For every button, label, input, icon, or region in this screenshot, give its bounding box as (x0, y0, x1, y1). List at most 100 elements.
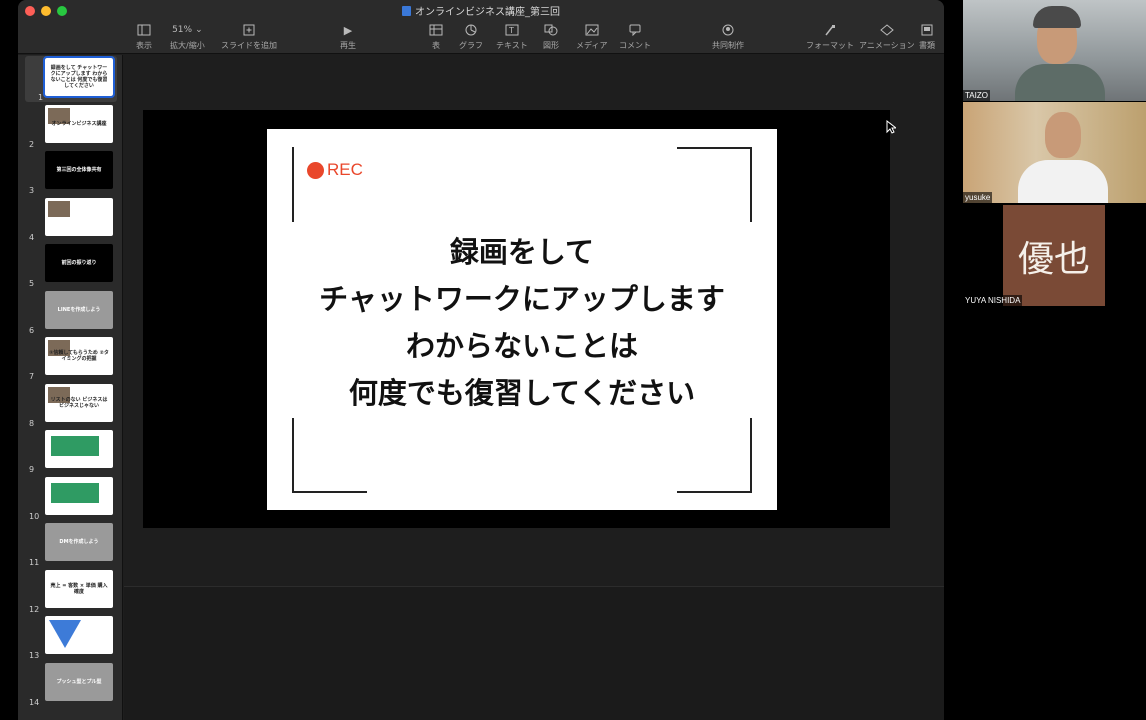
slide-number: 6 (29, 325, 35, 335)
chevron-down-icon: ⌄ (195, 25, 203, 35)
collaborate-icon (721, 22, 735, 38)
slide-number: 5 (29, 279, 35, 288)
slide-thumbnail-text: プッシュ型とプル型 (56, 678, 102, 685)
sidebar-icon (137, 22, 151, 38)
slide-thumbnail[interactable] (45, 616, 113, 654)
zoom-button[interactable]: 51% ⌄ 拡大/縮小 (170, 22, 205, 52)
slide-thumbnail-row[interactable]: オンラインビジネス講座 2 (18, 103, 123, 149)
participant-cap (1033, 6, 1081, 28)
current-slide[interactable]: REC 録画をして チャットワークにアップします わからないことは 何度でも復習… (267, 129, 777, 510)
slide-thumbnail-row[interactable]: リストのない ビジネスは ビジネスじゃない 8 (18, 382, 123, 428)
participant-name: YUYA NISHIDA (963, 295, 1023, 306)
slide-thumbnail-row[interactable]: ①信頼してもらうため ②タイミングの把握 7 (18, 335, 123, 381)
comment-button[interactable]: コメント (619, 22, 651, 52)
animate-icon (880, 22, 894, 38)
frame-corner-bottom-left (292, 418, 367, 493)
table-button[interactable]: 表 (429, 22, 443, 52)
slide-thumbnail-row[interactable]: 4 (18, 196, 123, 242)
add-slide-button[interactable]: スライドを追加 (221, 22, 277, 52)
slide-number: 3 (29, 186, 35, 195)
slide-thumbnail-row[interactable]: DMを作成しよう 11 (18, 521, 123, 567)
slide-thumbnail[interactable]: DMを作成しよう (45, 523, 113, 561)
play-button[interactable]: ▶ 再生 (340, 22, 356, 52)
slide-thumbnail[interactable]: プッシュ型とプル型 (45, 662, 113, 701)
slide-thumbnail-text: DMを作成しよう (59, 539, 99, 545)
slide-thumbnail[interactable] (45, 430, 113, 468)
slide-number: 10 (29, 511, 40, 521)
chart-button[interactable]: グラフ (459, 22, 483, 52)
slide-number: 2 (29, 139, 35, 149)
slide-number: 1 (38, 93, 44, 102)
slide-thumbnail-row[interactable]: 9 (18, 428, 123, 474)
slide-thumbnail[interactable]: 売上 = 客数 × 単価 購入確度 (45, 569, 113, 608)
frame-corner-bottom-right (677, 418, 752, 493)
play-icon: ▶ (343, 23, 353, 37)
format-button[interactable]: フォーマット (806, 22, 854, 52)
slide-thumbnail-row[interactable]: 13 (18, 614, 123, 660)
document-title: オンラインビジネス講座_第三回 (18, 3, 944, 18)
slide-number: 14 (29, 697, 40, 707)
thumbnail-image (49, 620, 81, 648)
shape-icon (544, 22, 558, 38)
text-button[interactable]: T テキスト (496, 22, 528, 52)
slide-text: 録画をして チャットワークにアップします わからないことは 何度でも復習してくだ… (267, 229, 777, 417)
thumbnail-image (51, 482, 99, 503)
participant-video-yuya[interactable]: 優也 YUYA NISHIDA (963, 205, 1146, 306)
participant-face (1045, 112, 1081, 158)
slide-thumbnail-row[interactable]: LINEを作成しよう 6 (18, 289, 123, 335)
slide-thumbnail[interactable]: ①信頼してもらうため ②タイミングの把握 (45, 337, 113, 375)
document-title-text: オンラインビジネス講座_第三回 (415, 7, 560, 18)
slide-number: 11 (29, 558, 40, 567)
slide-thumbnail[interactable]: 第三回の全体像共有 (45, 151, 113, 189)
media-icon (585, 22, 599, 38)
slide-thumbnail-row[interactable]: プッシュ型とプル型 14 (18, 661, 123, 707)
rec-indicator: REC (307, 160, 363, 180)
slide-thumbnail-row[interactable]: 前回の振り返り 5 (18, 242, 123, 288)
mouse-pointer-icon (886, 120, 896, 134)
record-dot-icon (307, 161, 324, 179)
participant-name: TAIZO (963, 90, 990, 101)
table-icon (429, 22, 443, 38)
rec-label: REC (327, 160, 363, 179)
participant-video-yusuke[interactable]: yusuke (963, 102, 1146, 203)
thumbnail-image (51, 436, 99, 456)
slide-thumbnail[interactable] (45, 476, 113, 515)
slide-thumbnail-text: 売上 = 客数 × 単価 購入確度 (50, 582, 108, 595)
document-icon (920, 22, 934, 38)
slide-number: 8 (29, 418, 35, 428)
slide-thumbnail[interactable]: オンラインビジネス講座 (45, 104, 113, 143)
slide-line-2: チャットワークにアップします (319, 282, 725, 316)
keynote-document-icon (402, 6, 411, 16)
canvas-lower-area (124, 586, 944, 720)
slide-thumbnail[interactable]: リストのない ビジネスは ビジネスじゃない (45, 383, 113, 422)
slide-thumbnail[interactable]: 録画をして チャットワークにアップします わからないことは 何度でも復習してくだ… (43, 56, 115, 98)
zoom-value: 51% (172, 25, 193, 35)
slide-thumbnail-row[interactable]: 録画をして チャットワークにアップします わからないことは 何度でも復習してくだ… (25, 56, 117, 102)
slide-thumbnail-row[interactable]: 売上 = 客数 × 単価 購入確度 12 (18, 568, 123, 614)
slide-thumbnail[interactable]: LINEを作成しよう (45, 290, 113, 329)
screen: オンラインビジネス講座_第三回 表示 51% ⌄ 拡大/縮小 スライドを追加 ▶ … (0, 0, 1146, 720)
view-button[interactable]: 表示 (136, 22, 152, 52)
slide-thumbnail[interactable] (45, 197, 113, 236)
chart-icon (464, 22, 478, 38)
animate-button[interactable]: アニメーション (859, 22, 915, 52)
frame-corner-top-right (677, 147, 752, 222)
slide-navigator[interactable]: 録画をして チャットワークにアップします わからないことは 何度でも復習してくだ… (18, 55, 123, 720)
participant-video-taizo[interactable]: TAIZO (963, 0, 1146, 101)
slide-line-3: わからないことは (405, 329, 638, 363)
participant-name: yusuke (963, 192, 993, 203)
slide-thumbnail-row[interactable]: 10 (18, 475, 123, 521)
collaborate-button[interactable]: 共同制作 (712, 22, 744, 52)
slide-thumbnail[interactable]: 前回の振り返り (45, 244, 113, 282)
shape-button[interactable]: 図形 (543, 22, 559, 52)
slide-thumbnail-row[interactable]: 第三回の全体像共有 3 (18, 149, 123, 195)
svg-text:T: T (508, 26, 514, 35)
media-button[interactable]: メディア (576, 22, 607, 52)
document-button[interactable]: 書類 (919, 22, 935, 52)
slide-thumbnail-text: 前回の振り返り (61, 260, 97, 266)
avatar: 優也 (1003, 205, 1105, 306)
comment-icon (628, 22, 642, 38)
slide-thumbnail-text: 第三回の全体像共有 (56, 167, 102, 173)
slide-thumbnail-text: ①信頼してもらうため ②タイミングの把握 (49, 350, 109, 362)
slide-number: 7 (29, 372, 35, 381)
